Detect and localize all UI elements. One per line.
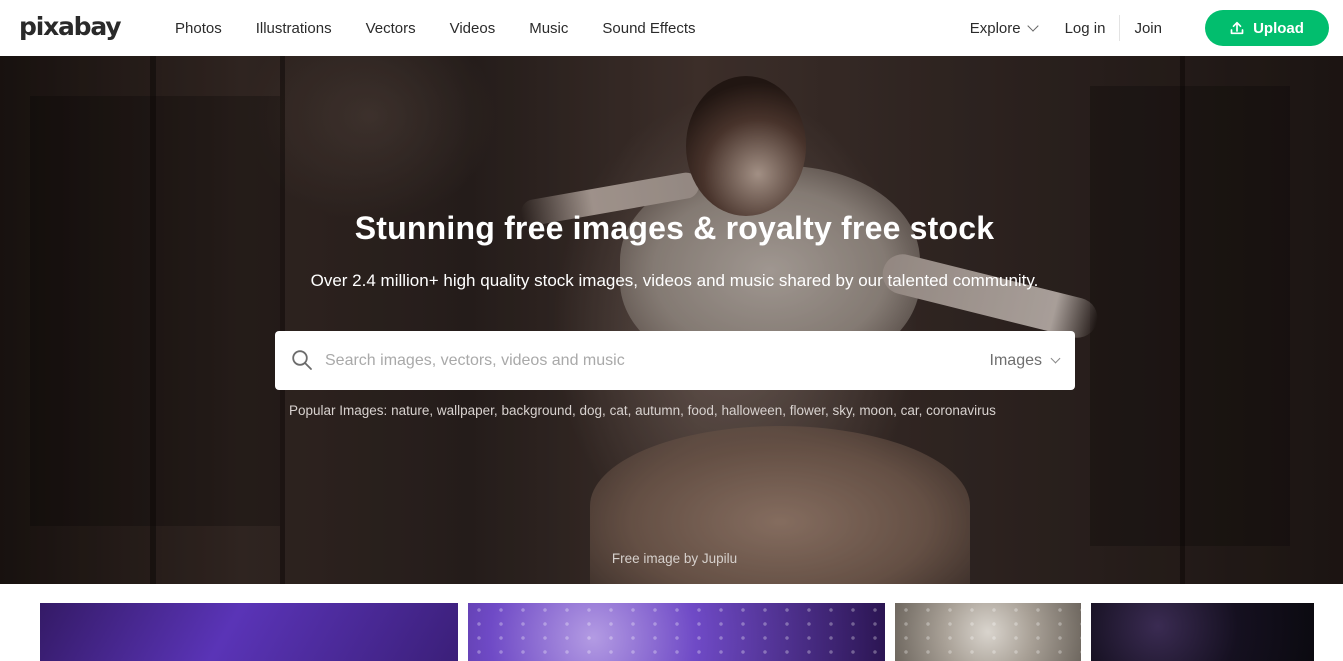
nav-sound-effects[interactable]: Sound Effects bbox=[585, 20, 712, 37]
pixabay-logo[interactable]: pixabay bbox=[19, 12, 122, 42]
popular-tag-sky[interactable]: sky bbox=[833, 403, 852, 418]
search-icon[interactable] bbox=[291, 349, 313, 371]
popular-tag-autumn[interactable]: autumn bbox=[635, 403, 680, 418]
thumbnail-texture bbox=[468, 603, 885, 661]
hero-title: Stunning free images & royalty free stoc… bbox=[354, 210, 995, 246]
nav-videos[interactable]: Videos bbox=[433, 20, 513, 37]
hero-image-credit[interactable]: Free image by Jupilu bbox=[0, 551, 1343, 566]
popular-tag-cat[interactable]: cat bbox=[610, 403, 628, 418]
popular-tag-wallpaper[interactable]: wallpaper bbox=[437, 403, 494, 418]
top-navigation-bar: pixabay Photos Illustrations Vectors Vid… bbox=[0, 0, 1343, 56]
media-type-select[interactable]: Images bbox=[989, 331, 1061, 390]
main-nav: Photos Illustrations Vectors Videos Musi… bbox=[158, 0, 713, 56]
popular-label: Popular Images: bbox=[289, 403, 388, 418]
popular-tag-car[interactable]: car bbox=[901, 403, 919, 418]
thumbnail-texture bbox=[895, 603, 1081, 661]
join-link[interactable]: Join bbox=[1120, 20, 1176, 37]
upload-label: Upload bbox=[1253, 19, 1304, 37]
nav-photos[interactable]: Photos bbox=[158, 20, 239, 37]
explore-label: Explore bbox=[969, 19, 1021, 37]
popular-tag-nature[interactable]: nature bbox=[391, 403, 429, 418]
nav-vectors[interactable]: Vectors bbox=[349, 20, 433, 37]
popular-tag-food[interactable]: food bbox=[688, 403, 714, 418]
account-nav: Explore Log in Join Upload bbox=[956, 0, 1329, 56]
hero-dark-overlay bbox=[0, 56, 1343, 584]
popular-tag-dog[interactable]: dog bbox=[580, 403, 603, 418]
login-link[interactable]: Log in bbox=[1051, 20, 1120, 37]
image-thumbnail[interactable] bbox=[40, 603, 458, 661]
popular-searches: Popular Images: nature, wallpaper, backg… bbox=[289, 403, 996, 418]
image-thumbnail[interactable] bbox=[1091, 603, 1314, 661]
popular-tag-coronavirus[interactable]: coronavirus bbox=[926, 403, 996, 418]
upload-button[interactable]: Upload bbox=[1205, 10, 1329, 46]
hero-subtitle: Over 2.4 million+ high quality stock ima… bbox=[310, 271, 1039, 290]
search-input[interactable] bbox=[325, 331, 965, 390]
popular-tag-flower[interactable]: flower bbox=[790, 403, 825, 418]
image-thumbnail[interactable] bbox=[468, 603, 885, 661]
media-type-selected: Images bbox=[989, 351, 1042, 369]
search-bar: Images bbox=[275, 331, 1075, 390]
popular-tag-halloween[interactable]: halloween bbox=[721, 403, 782, 418]
chevron-down-icon bbox=[1026, 19, 1039, 32]
hero-banner: Stunning free images & royalty free stoc… bbox=[0, 56, 1343, 584]
nav-illustrations[interactable]: Illustrations bbox=[239, 20, 349, 37]
popular-tag-moon[interactable]: moon bbox=[859, 403, 893, 418]
nav-music[interactable]: Music bbox=[512, 20, 585, 37]
explore-menu[interactable]: Explore bbox=[956, 20, 1051, 37]
upload-icon bbox=[1230, 21, 1244, 35]
chevron-down-icon bbox=[1050, 353, 1061, 363]
image-thumbnail[interactable] bbox=[895, 603, 1081, 661]
popular-tag-background[interactable]: background bbox=[501, 403, 572, 418]
image-grid bbox=[0, 603, 1343, 661]
